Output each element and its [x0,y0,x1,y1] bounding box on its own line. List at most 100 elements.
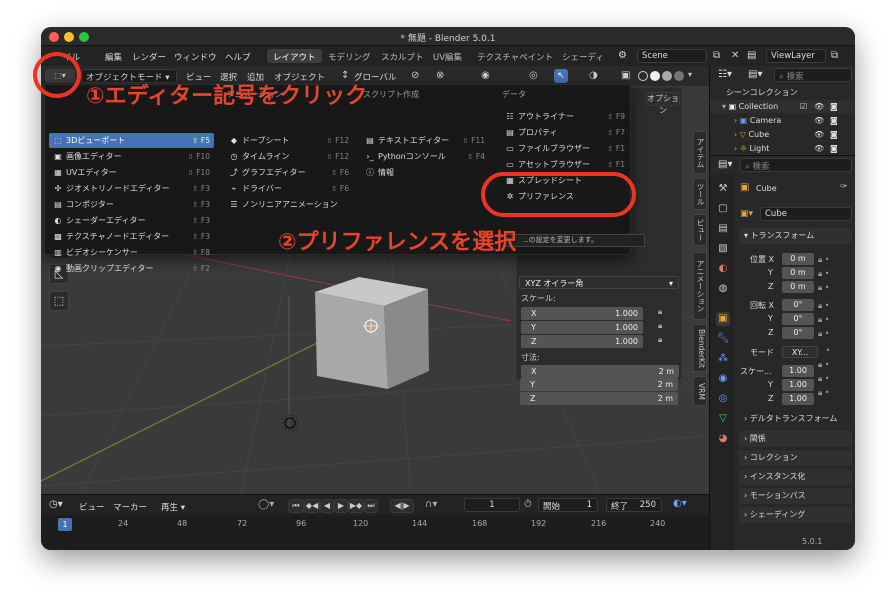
lock-icon[interactable]: 🔒︎ • [818,299,852,313]
camera-visibility-icon[interactable]: ◙ [830,100,838,113]
lock-icon[interactable]: 🔒︎ • [818,267,852,281]
frame-cursor[interactable]: 1 [58,518,72,531]
stopwatch-icon[interactable]: ⏱ [524,499,532,510]
lock-icon[interactable]: 🔒︎ • [818,253,852,267]
menu-item-image[interactable]: ▣ 画像エディター ⇧ F10 [49,149,214,164]
location-y-field[interactable]: 0 m [782,267,814,279]
lock-icon[interactable]: 🔒︎ • [818,281,852,295]
keyframe-type-icon[interactable]: ◀|▶ [390,499,414,513]
rotation-mode-select[interactable]: XYZ オイラー角 ▾ [519,276,679,289]
lock-icon[interactable]: 🔒︎ • [818,313,852,327]
camera-visibility-icon[interactable]: ◙ [830,114,838,127]
current-frame-field[interactable]: 1 [464,498,520,512]
menu-item-file-browser[interactable]: ▭ ファイルブラウザー ⇧ F1 [501,141,629,156]
particles-tab-icon[interactable]: ⁂ [716,352,730,366]
timeline-menu-view[interactable]: ビュー [79,501,105,513]
eye-icon[interactable]: 👁︎ [814,114,824,127]
rotation-x-field[interactable]: 0° [782,299,814,311]
default-cube[interactable] [315,277,429,389]
outliner-item-collection[interactable]: ▾ ▣ Collection ☑ 👁︎ ◙ [710,100,855,113]
render-tab-icon[interactable]: ▢ [716,202,730,216]
menu-item-texture[interactable]: ▩ テクスチャノードエディター ⇧ F3 [49,229,214,244]
menu-item-info[interactable]: ⓘ 情報 [361,165,489,180]
lock-icon[interactable]: 🔒︎ [658,321,662,331]
lock-icon[interactable]: 🔒︎ [658,335,662,345]
object-name-field[interactable]: Cube [760,207,852,221]
filter-icon[interactable]: ▤▾ [748,69,762,80]
new-scene-icon[interactable]: ⧉ [713,50,720,61]
proportional-edit-icon[interactable]: ◉ [481,70,490,81]
options-button[interactable]: オプション [646,92,680,115]
solid-shading-icon[interactable] [650,71,660,81]
jump-start-icon[interactable]: ⏮ [288,499,304,513]
timeline-menu-playback[interactable]: 再生 ▾ [161,501,185,513]
tab-texture-paint[interactable]: テクスチャペイント [471,49,559,63]
menu-item-dopesheet[interactable]: ◆ ドープシート ⇧ F12 [225,133,353,148]
menu-render[interactable]: レンダー [132,51,166,63]
menu-item-driver[interactable]: ⌁ ドライバー ⇧ F6 [225,181,353,196]
section-motion-paths[interactable]: › モーションパス [738,488,852,504]
section-relations[interactable]: › 関係 [738,431,852,447]
record-icon[interactable]: ◯▾ [258,499,274,510]
play-icon[interactable]: ▶ [334,499,348,513]
rotation-z-field[interactable]: 0° [782,327,814,339]
rotation-y-field[interactable]: 0° [782,313,814,325]
shading-options-icon[interactable]: ▾ [688,70,692,79]
section-instancing[interactable]: › インスタンス化 [738,469,852,485]
scale-x-field[interactable]: 1.00 [782,365,814,377]
timeline-track[interactable]: 1 24 48 72 96 120 144 168 192 216 240 [41,515,709,550]
wireframe-shading-icon[interactable] [638,71,648,81]
lock-icon[interactable]: 🔒︎ [658,307,662,317]
pin-icon[interactable]: ✑ [840,182,848,192]
tab-layout[interactable]: レイアウト [267,49,322,63]
tab-item[interactable]: アイテム [693,131,707,174]
lock-icon[interactable]: 🔒︎ • [818,327,852,341]
outliner-editor-icon[interactable]: ☷▾ [718,69,732,80]
jump-end-icon[interactable]: ⏭ [364,499,378,513]
scale-y-field[interactable]: 1.00 [782,379,814,391]
menu-item-text[interactable]: ▤ テキストエディター ⇧ F11 [361,133,489,148]
eye-icon[interactable]: 👁︎ [814,128,824,141]
pivot-icon[interactable]: ⊘ [411,70,419,81]
scale-z-field[interactable]: Z 1.000 [521,335,643,348]
outliner-item-cube[interactable]: › ▽ Cube 👁︎ ◙ [710,128,855,141]
camera-visibility-icon[interactable]: ◙ [830,142,838,155]
tab-shading[interactable]: シェーディ [556,49,610,63]
menu-item-geometry-nodes[interactable]: ✣ ジオメトリノードエディター ⇧ F3 [49,181,214,196]
tab-animation[interactable]: アニメーション [693,252,707,320]
menu-window[interactable]: ウィンドウ [174,51,217,63]
menu-item-compositor[interactable]: ▤ コンポジター ⇧ F3 [49,197,214,212]
rendered-shading-icon[interactable] [674,71,684,81]
timeline-options-icon[interactable]: ◐▾ [673,498,687,509]
menu-item-timeline[interactable]: ◷ タイムライン ⇧ F12 [225,149,353,164]
section-collections[interactable]: › コレクション [738,450,852,466]
menu-item-viewport[interactable]: ⬚ 3Dビューポート ⇧ F5 [49,133,214,148]
end-frame-field[interactable]: 終了 250 [606,498,662,512]
section-shading[interactable]: › シェーディング [738,507,852,523]
tab-sculpt[interactable]: スカルプト [375,49,430,63]
overlay-icon[interactable]: ◑ [589,70,598,81]
transform-section[interactable]: ▾ トランスフォーム [738,228,852,244]
tool-tab-icon[interactable]: ⚒ [716,182,730,196]
tab-uv[interactable]: UV編集 [427,49,468,63]
menu-item-outliner[interactable]: ☷ アウトライナー ⇧ F9 [501,109,629,124]
dimension-z-field[interactable]: Z 2 m [520,392,678,405]
location-z-field[interactable]: 0 m [782,281,814,293]
outliner-scene-collection[interactable]: シーンコレクション [710,86,855,99]
eye-icon[interactable]: 👁︎ [814,100,824,113]
snap-icon[interactable]: ⊗ [436,70,444,81]
tab-vrm[interactable]: VRM [693,376,707,406]
auto-key-icon[interactable]: ∩▾ [425,499,437,510]
lock-icon[interactable]: 🔒︎ • [818,372,852,386]
menu-item-shader[interactable]: ◐ シェーダーエディター ⇧ F3 [49,213,214,228]
next-keyframe-icon[interactable]: ▶◆ [348,499,364,513]
physics-tab-icon[interactable]: ◉ [716,372,730,386]
scale-y-field[interactable]: Y 1.000 [521,321,643,334]
prev-keyframe-icon[interactable]: ◆◀ [304,499,320,513]
output-tab-icon[interactable]: ▤ [716,222,730,236]
data-tab-icon[interactable]: ▽ [716,412,730,426]
tab-view[interactable]: ビュー [693,214,707,246]
timeline-editor-icon[interactable]: ◷▾ [49,499,63,510]
tab-modeling[interactable]: モデリング [322,49,377,63]
menu-item-clip[interactable]: ◉ 動画クリップエディター ⇧ F2 [49,261,214,276]
